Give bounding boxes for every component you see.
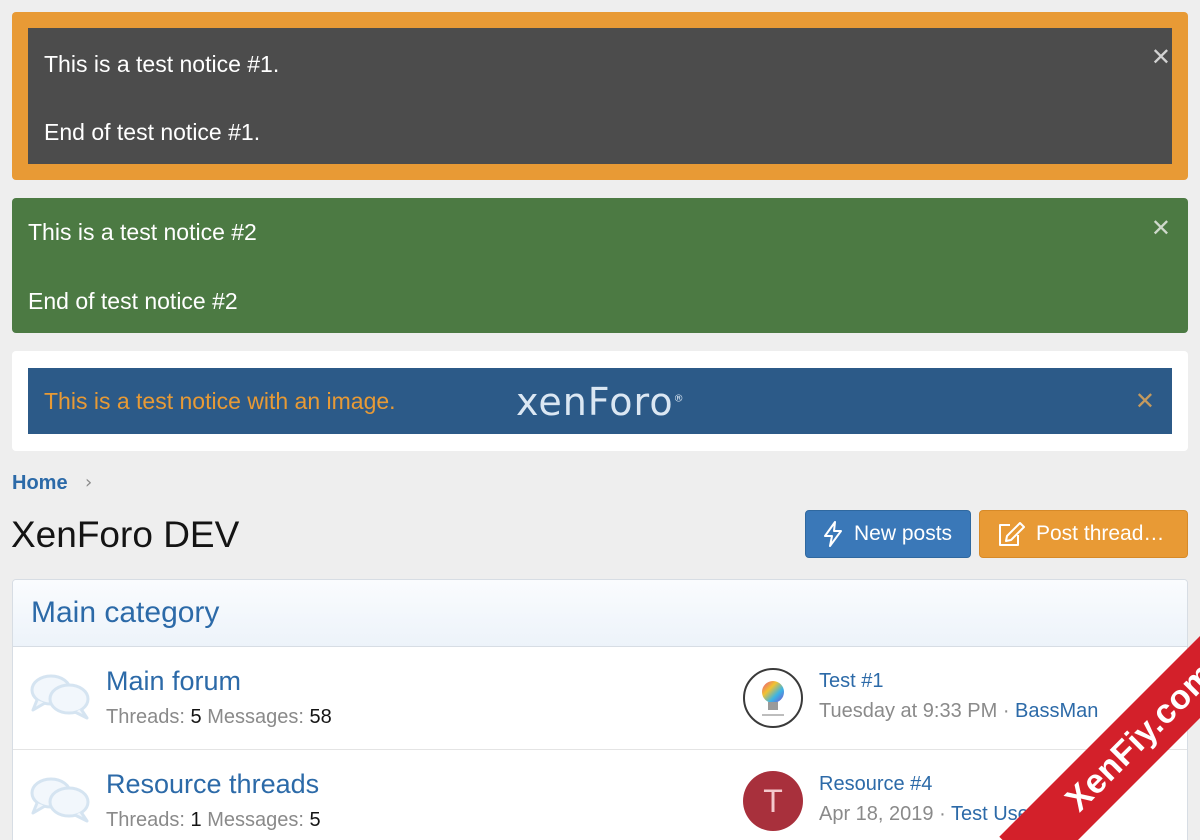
- lightbulb-icon: [762, 681, 784, 716]
- category-header: Main category: [13, 580, 1187, 647]
- latest-post-meta: Tuesday at 9:33 PM · BassMan: [819, 700, 1099, 722]
- forum-chat-icon: [30, 674, 90, 720]
- notice-3-content: This is a test notice with an image. xen…: [28, 368, 1172, 434]
- notice-1: This is a test notice #1. End of test no…: [12, 12, 1188, 180]
- thread-count: 1: [190, 809, 202, 831]
- forum-stats: Threads: 1 Messages: 5: [106, 809, 321, 831]
- forum-title-link[interactable]: Resource threads: [106, 769, 319, 800]
- breadcrumb-home-link[interactable]: Home: [12, 472, 68, 494]
- forum-chat-icon: [30, 777, 90, 823]
- latest-thread-link[interactable]: Test #1: [819, 670, 883, 693]
- notice-3: This is a test notice with an image. xen…: [12, 351, 1188, 451]
- forum-stats: Threads: 5 Messages: 58: [106, 706, 332, 728]
- category-block: Main category Main forum Threads: 5 Mess…: [12, 579, 1188, 840]
- latest-date[interactable]: Apr 18, 2019: [819, 803, 934, 825]
- latest-thread-link[interactable]: Resource #4: [819, 773, 932, 796]
- notice-1-content: This is a test notice #1. End of test no…: [28, 28, 1172, 164]
- category-title[interactable]: Main category: [31, 596, 219, 630]
- forum-title-link[interactable]: Main forum: [106, 666, 241, 697]
- bolt-icon: [824, 521, 842, 547]
- notice-2-line-2: End of test notice #2: [28, 288, 238, 314]
- avatar[interactable]: [743, 668, 803, 728]
- breadcrumb: Home ›: [12, 472, 92, 495]
- notice-1-close-icon[interactable]: ✕: [1151, 45, 1171, 69]
- notice-2-line-1: This is a test notice #2: [28, 219, 257, 245]
- thread-count: 5: [190, 706, 202, 728]
- new-posts-button[interactable]: New posts: [805, 510, 971, 558]
- latest-date[interactable]: Tuesday at 9:33 PM: [819, 700, 997, 722]
- forum-row: Resource threads Threads: 1 Messages: 5 …: [13, 751, 1187, 840]
- message-count: 5: [309, 809, 321, 831]
- new-posts-label: New posts: [854, 522, 953, 545]
- page-title: XenForo DEV: [11, 514, 240, 555]
- xenforo-logo: xenForo®: [516, 380, 685, 424]
- latest-user-link[interactable]: Test User: [951, 803, 1035, 825]
- forum-row: Main forum Threads: 5 Messages: 58 Test …: [13, 648, 1187, 750]
- notice-1-line-2: End of test notice #1.: [44, 119, 261, 145]
- notice-3-close-icon[interactable]: ✕: [1135, 389, 1155, 413]
- notice-2-close-icon[interactable]: ✕: [1151, 216, 1171, 240]
- chevron-right-icon: ›: [85, 472, 93, 493]
- avatar[interactable]: T: [743, 771, 803, 831]
- message-count: 58: [309, 706, 332, 728]
- post-thread-label: Post thread…: [1036, 522, 1165, 545]
- edit-icon: [999, 522, 1025, 546]
- notice-3-text: This is a test notice with an image.: [44, 388, 396, 414]
- latest-user-link[interactable]: BassMan: [1015, 700, 1098, 722]
- post-thread-button[interactable]: Post thread…: [979, 510, 1188, 558]
- notice-1-line-1: This is a test notice #1.: [44, 51, 280, 77]
- notice-2: This is a test notice #2 End of test not…: [12, 198, 1188, 333]
- latest-post-meta: Apr 18, 2019 · Test User: [819, 803, 1036, 825]
